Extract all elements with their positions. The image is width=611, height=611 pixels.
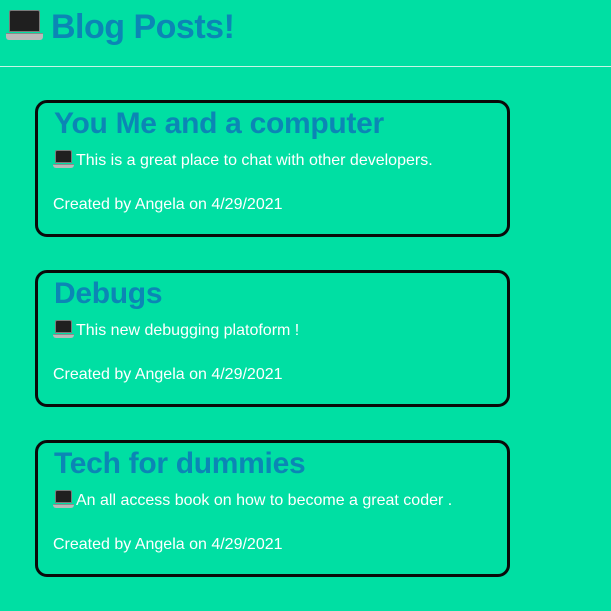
- laptop-icon: [53, 149, 74, 168]
- post-body: This new debugging platoform !: [53, 319, 300, 341]
- post-title: Debugs: [54, 277, 163, 310]
- post-body-text: An all access book on how to become a gr…: [76, 492, 453, 509]
- post-body: An all access book on how to become a gr…: [53, 489, 453, 511]
- page-header: Blog Posts!: [0, 0, 611, 67]
- post-meta: Created by Angela on 4/29/2021: [53, 366, 283, 383]
- post-title: You Me and a computer: [54, 107, 384, 140]
- laptop-icon: [53, 489, 74, 508]
- post-title: Tech for dummies: [54, 447, 306, 480]
- post-card: Tech for dummies An all access book on h…: [35, 440, 510, 577]
- post-card: Debugs This new debugging platoform ! Cr…: [35, 270, 510, 407]
- page-title: Blog Posts!: [6, 6, 235, 48]
- laptop-icon: [6, 10, 43, 41]
- post-body-text: This is a great place to chat with other…: [76, 152, 433, 169]
- post-body: This is a great place to chat with other…: [53, 149, 433, 171]
- post-card: You Me and a computer This is a great pl…: [35, 100, 510, 237]
- post-body-text: This new debugging platoform !: [76, 322, 300, 339]
- post-meta: Created by Angela on 4/29/2021: [53, 196, 283, 213]
- page-title-text: Blog Posts!: [51, 8, 235, 46]
- laptop-icon: [53, 319, 74, 338]
- post-meta: Created by Angela on 4/29/2021: [53, 536, 283, 553]
